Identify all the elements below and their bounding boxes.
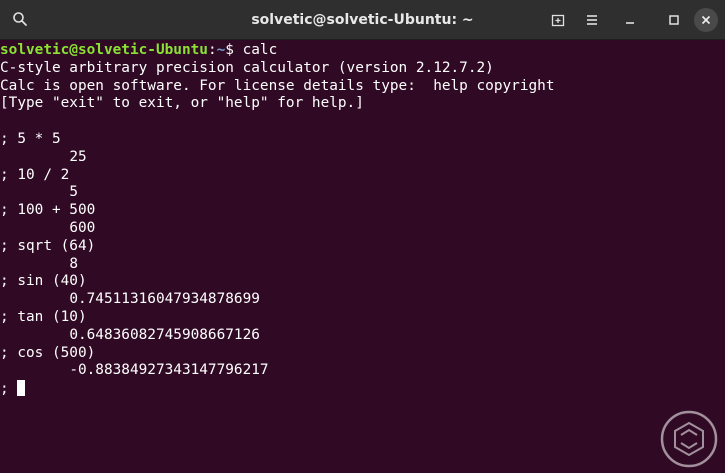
prompt-symbol: $ xyxy=(225,42,243,58)
command-line: solvetic@solvetic-Ubuntu:~$ calc xyxy=(0,42,725,60)
banner-line xyxy=(0,113,725,131)
current-prompt-line[interactable]: ; xyxy=(0,380,725,398)
command-text: calc xyxy=(242,42,278,58)
new-tab-icon xyxy=(551,14,565,27)
session-line: ; 5 * 5 xyxy=(0,130,61,147)
title-bar: solvetic@solvetic-Ubuntu: ~ xyxy=(0,0,725,40)
session-line: ; sin (40) xyxy=(0,273,87,290)
menu-button[interactable] xyxy=(580,8,604,32)
session-line: ; cos (500) xyxy=(0,344,96,361)
session-line: 8 xyxy=(0,255,78,272)
minimize-icon xyxy=(626,22,634,24)
maximize-icon xyxy=(669,15,679,25)
session-line: 0.64836082745908667126 xyxy=(0,326,260,343)
prompt-user-host: solvetic@solvetic-Ubuntu xyxy=(0,42,208,58)
session-line: -0.88384927343147796217 xyxy=(0,362,269,379)
prompt-separator: : xyxy=(207,42,217,58)
session-line: ; sqrt (64) xyxy=(0,237,96,254)
session-line: ; 10 / 2 xyxy=(0,166,70,183)
search-button[interactable] xyxy=(8,7,32,31)
text-cursor xyxy=(17,380,26,397)
solvetic-logo xyxy=(660,410,718,468)
window-title: solvetic@solvetic-Ubuntu: ~ xyxy=(251,12,474,28)
new-tab-button[interactable] xyxy=(546,8,570,32)
session-line: ; 100 + 500 xyxy=(0,202,96,219)
terminal-window: solvetic@solvetic-Ubuntu: ~ solvetic@sol… xyxy=(0,0,725,473)
close-button[interactable] xyxy=(694,8,718,32)
session-line: 5 xyxy=(0,184,78,201)
hamburger-menu-icon xyxy=(587,15,597,25)
close-icon xyxy=(701,15,711,25)
search-icon xyxy=(13,12,27,26)
session-line: 25 xyxy=(0,148,87,165)
maximize-button[interactable] xyxy=(662,8,686,32)
banner-line: [Type "exit" to exit, or "help" for help… xyxy=(0,95,364,112)
current-prompt: ; xyxy=(0,381,18,398)
session-line: 600 xyxy=(0,219,96,236)
session-line: ; tan (10) xyxy=(0,308,87,325)
banner-line: C-style arbitrary precision calculator (… xyxy=(0,59,494,76)
terminal-output[interactable]: solvetic@solvetic-Ubuntu:~$ calc C-style… xyxy=(0,40,725,473)
prompt-path: ~ xyxy=(216,42,226,58)
banner-line: Calc is open software. For license detai… xyxy=(0,77,555,94)
session-line: 0.74511316047934878699 xyxy=(0,291,260,308)
minimize-button[interactable] xyxy=(618,8,642,32)
